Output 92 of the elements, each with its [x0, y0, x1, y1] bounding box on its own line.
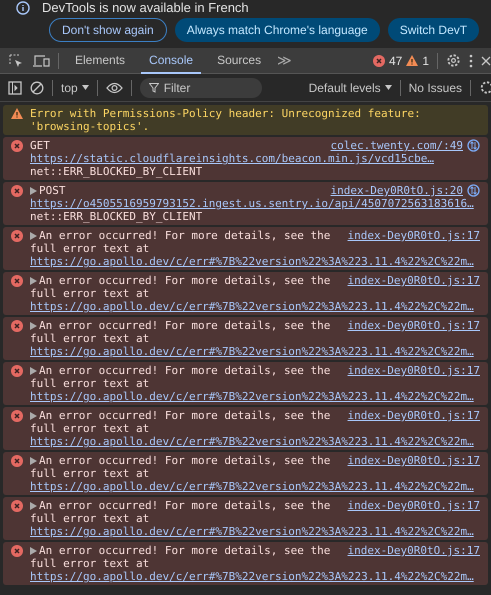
- message-detail: full error text at: [30, 287, 150, 300]
- url-link[interactable]: https://go.apollo.dev/c/err#%7B%22version%22%3A%223.11.4%22%2C%22m…: [30, 390, 480, 403]
- clear-console-icon[interactable]: [30, 80, 44, 94]
- url-link[interactable]: https://go.apollo.dev/c/err#%7B%22version%22%3A%223.11.4%22%2C%22m…: [30, 435, 480, 448]
- inspect-element-icon[interactable]: [8, 52, 24, 68]
- error-icon: [11, 275, 23, 287]
- device-toolbar-icon[interactable]: [32, 52, 50, 68]
- url-link[interactable]: https://go.apollo.dev/c/err#%7B%22version%22%3A%223.11.4%22%2C%22m…: [30, 345, 480, 358]
- message-text: An error occurred! For more details, see the: [39, 454, 330, 467]
- filter-icon: [148, 82, 159, 92]
- panel-tab[interactable]: Console: [141, 48, 202, 74]
- message-text: POST: [39, 184, 66, 197]
- eye-icon[interactable]: [106, 82, 123, 94]
- banner-message: DevTools is now available in French: [42, 0, 249, 15]
- expand-triangle-icon[interactable]: [30, 412, 37, 420]
- more-options-icon[interactable]: [469, 54, 473, 68]
- expand-triangle-icon[interactable]: [30, 322, 37, 330]
- error-icon: [11, 230, 23, 242]
- network-request-icon[interactable]: [467, 139, 480, 152]
- error-icon: [11, 500, 23, 512]
- log-levels-dropdown[interactable]: Default levels: [308, 78, 392, 96]
- expand-triangle-icon[interactable]: [30, 232, 37, 240]
- expand-triangle-icon[interactable]: [30, 187, 37, 195]
- expand-triangle-icon[interactable]: [30, 457, 37, 465]
- warning-count: 1: [422, 52, 429, 70]
- issues-button[interactable]: No Issues: [408, 78, 462, 96]
- message-detail: net::ERR_BLOCKED_BY_CLIENT: [30, 165, 204, 178]
- expand-triangle-icon[interactable]: [30, 547, 37, 555]
- source-link[interactable]: index-Dey0R0tO.js:20: [330, 184, 463, 197]
- url-link[interactable]: https://go.apollo.dev/c/err#%7B%22version%22%3A%223.11.4%22%2C%22m…: [30, 300, 480, 313]
- filter-field[interactable]: Filter: [140, 78, 262, 98]
- message-text: GET: [30, 139, 50, 152]
- expand-triangle-icon[interactable]: [30, 367, 37, 375]
- message-detail: full error text at: [30, 332, 150, 345]
- settings-icon[interactable]: [479, 80, 491, 95]
- message-text: An error occurred! For more details, see the: [39, 499, 330, 512]
- message-text: An error occurred! For more details, see the: [39, 544, 330, 557]
- sidebar-toggle-icon[interactable]: [8, 80, 22, 94]
- source-link[interactable]: index-Dey0R0tO.js:17: [348, 274, 480, 287]
- message-text: An error occurred! For more details, see the: [39, 274, 330, 287]
- caret-icon: [82, 85, 89, 90]
- error-count: 47: [388, 52, 402, 70]
- message-text: An error occurred! For more details, see the: [39, 409, 330, 422]
- warning-icon: [11, 108, 23, 119]
- settings-icon[interactable]: [446, 53, 461, 68]
- message-text: Error with Permissions-Policy header: Unrecognized feature: 'browsing-topics'.: [30, 107, 422, 133]
- more-tabs-button[interactable]: ≫: [277, 50, 292, 71]
- message-detail: net::ERR_BLOCKED_BY_CLIENT: [30, 210, 204, 223]
- error-icon: [11, 365, 23, 377]
- banner-button[interactable]: Always match Chrome's language: [174, 18, 380, 42]
- network-request-icon[interactable]: [467, 184, 480, 197]
- source-link[interactable]: index-Dey0R0tO.js:17: [348, 319, 480, 332]
- source-link[interactable]: index-Dey0R0tO.js:17: [348, 544, 480, 557]
- expand-triangle-icon[interactable]: [30, 277, 37, 285]
- error-icon: [11, 455, 23, 467]
- message-text: An error occurred! For more details, see the: [39, 229, 330, 242]
- expand-triangle-icon[interactable]: [30, 502, 37, 510]
- error-icon: [11, 410, 23, 422]
- source-link[interactable]: index-Dey0R0tO.js:17: [348, 229, 480, 242]
- error-icon: [11, 320, 23, 332]
- error-icon: [11, 545, 23, 557]
- message-detail: full error text at: [30, 242, 150, 255]
- message-detail: full error text at: [30, 422, 150, 435]
- url-link[interactable]: https://go.apollo.dev/c/err#%7B%22version%22%3A%223.11.4%22%2C%22m…: [30, 570, 480, 583]
- panel-tab[interactable]: Elements: [67, 48, 134, 74]
- message-text: An error occurred! For more details, see the: [39, 319, 330, 332]
- message-detail: full error text at: [30, 512, 150, 525]
- url-link[interactable]: https://go.apollo.dev/c/err#%7B%22version%22%3A%223.11.4%22%2C%22m…: [30, 525, 480, 538]
- message-text: An error occurred! For more details, see the: [39, 364, 330, 377]
- banner-button[interactable]: Don't show again: [49, 18, 167, 42]
- error-icon: [11, 140, 23, 152]
- context-dropdown[interactable]: top: [61, 78, 89, 96]
- message-detail: full error text at: [30, 467, 150, 480]
- panel-tab[interactable]: Sources: [209, 48, 270, 74]
- banner-button[interactable]: Switch DevT: [388, 18, 480, 42]
- source-link[interactable]: index-Dey0R0tO.js:17: [348, 409, 480, 422]
- caret-icon: [384, 85, 392, 90]
- message-detail: full error text at: [30, 377, 150, 390]
- url-link[interactable]: https://go.apollo.dev/c/err#%7B%22version%22%3A%223.11.4%22%2C%22m…: [30, 480, 480, 493]
- error-icon: [11, 185, 23, 197]
- url-link[interactable]: https://go.apollo.dev/c/err#%7B%22version%22%3A%223.11.4%22%2C%22m…: [30, 255, 480, 268]
- url-link[interactable]: https://static.cloudflareinsights.com/beacon.min.js/vcd15cbe…: [30, 152, 480, 165]
- error-icon: [372, 54, 385, 66]
- source-link[interactable]: colec.twenty.com/:49: [330, 139, 463, 152]
- warning-icon: [406, 55, 418, 66]
- url-link[interactable]: https://o4505516959793152.ingest.us.sentry.io/api/4507072563183616…: [30, 197, 480, 210]
- source-link[interactable]: index-Dey0R0tO.js:17: [348, 364, 480, 377]
- info-icon: [16, 0, 30, 14]
- message-detail: full error text at: [30, 557, 150, 570]
- source-link[interactable]: index-Dey0R0tO.js:17: [348, 499, 480, 512]
- close-icon[interactable]: [481, 56, 491, 66]
- source-link[interactable]: index-Dey0R0tO.js:17: [348, 454, 480, 467]
